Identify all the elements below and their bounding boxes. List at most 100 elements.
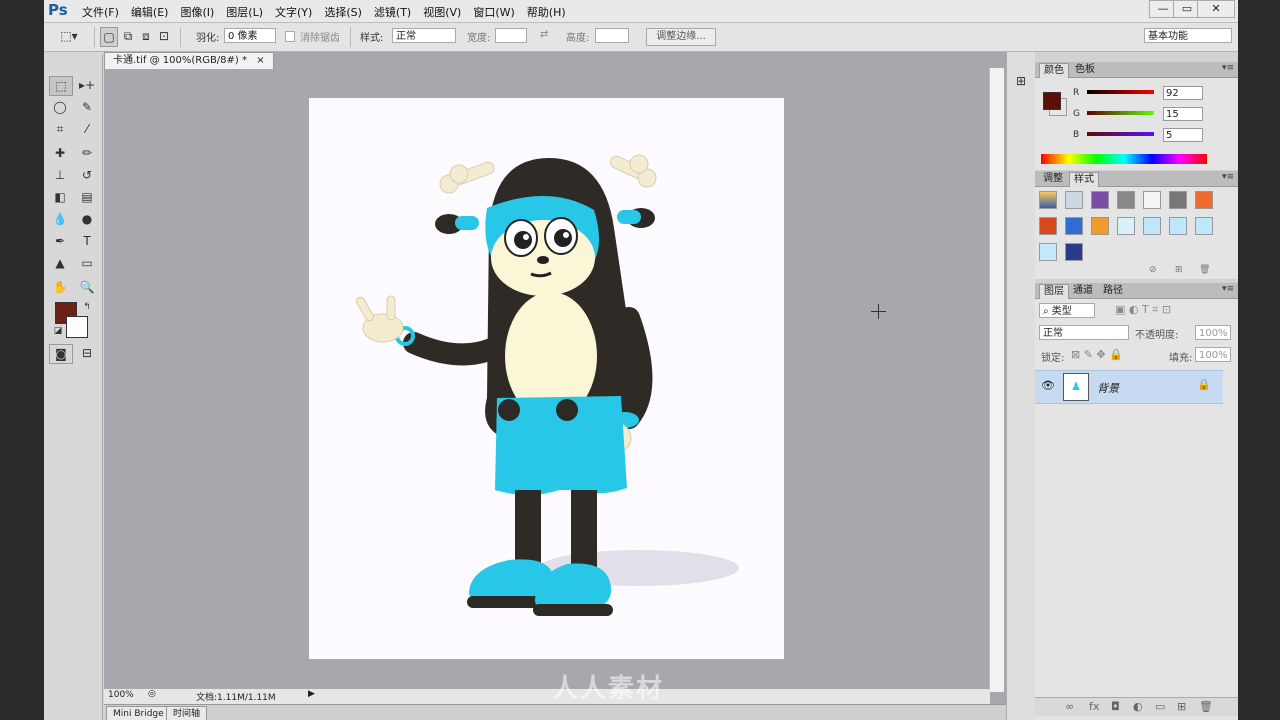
clear-style-icon[interactable]: ⊘: [1149, 265, 1157, 275]
style-swatch[interactable]: [1169, 191, 1187, 209]
menu-image[interactable]: 图像(I): [180, 4, 214, 20]
height-input[interactable]: [595, 28, 629, 43]
adjustment-layer-icon[interactable]: ◐: [1133, 700, 1143, 713]
tab-styles[interactable]: 样式: [1069, 172, 1099, 187]
blue-value[interactable]: 5: [1163, 128, 1203, 142]
swap-colors-icon[interactable]: ↰: [76, 298, 98, 316]
menu-layer[interactable]: 图层(L): [226, 4, 263, 20]
eyedropper-tool-icon[interactable]: ⁄: [76, 120, 98, 138]
green-slider[interactable]: [1087, 111, 1154, 115]
refine-edge-button[interactable]: 调整边缘...: [646, 28, 716, 46]
panel-menu-icon[interactable]: ▾≡: [1222, 284, 1234, 294]
screen-mode-icon[interactable]: ⊟: [76, 344, 98, 362]
antialias-checkbox[interactable]: [285, 31, 295, 42]
new-style-icon[interactable]: ⊞: [1175, 265, 1183, 275]
background-color-swatch[interactable]: [66, 316, 88, 338]
style-swatch[interactable]: [1169, 217, 1187, 235]
style-swatch[interactable]: [1117, 217, 1135, 235]
history-panel-icon[interactable]: ⊞: [1010, 72, 1032, 90]
pen-tool-icon[interactable]: ✒: [49, 232, 71, 250]
panel-menu-icon[interactable]: ▾≡: [1222, 63, 1234, 73]
zoom-level[interactable]: 100%: [108, 690, 134, 700]
close-tab-icon[interactable]: ×: [256, 55, 264, 66]
brush-tool-icon[interactable]: ✏: [76, 144, 98, 162]
blend-mode-select[interactable]: 正常: [1039, 325, 1129, 340]
new-group-icon[interactable]: ▭: [1155, 700, 1165, 713]
delete-style-icon[interactable]: 🗑: [1199, 265, 1210, 275]
stamp-tool-icon[interactable]: ⊥: [49, 166, 71, 184]
style-swatch[interactable]: [1195, 217, 1213, 235]
tab-swatches[interactable]: 色板: [1071, 63, 1099, 77]
move-tool-icon[interactable]: ▸+: [76, 76, 98, 94]
close-button[interactable]: ✕: [1197, 0, 1235, 18]
opacity-input[interactable]: 100%: [1195, 325, 1231, 340]
quick-select-tool-icon[interactable]: ✎: [76, 98, 98, 116]
link-layers-icon[interactable]: ∞: [1065, 700, 1074, 713]
tab-paths[interactable]: 路径: [1099, 284, 1127, 298]
menu-filter[interactable]: 滤镜(T): [374, 4, 411, 20]
zoom-tool-icon[interactable]: 🔍: [76, 278, 98, 296]
workspace-select[interactable]: 基本功能: [1144, 28, 1232, 43]
tab-channels[interactable]: 通道: [1069, 284, 1097, 298]
delete-layer-icon[interactable]: 🗑: [1199, 700, 1213, 713]
lock-icons[interactable]: ⊠ ✎ ✥ 🔒: [1071, 348, 1123, 361]
width-input[interactable]: [495, 28, 527, 43]
default-colors-icon[interactable]: ◪: [47, 322, 69, 340]
subtract-selection-icon[interactable]: ⧈: [138, 27, 154, 45]
type-tool-icon[interactable]: T: [76, 232, 98, 250]
panel-menu-icon[interactable]: ▾≡: [1222, 172, 1234, 182]
style-swatch[interactable]: [1065, 243, 1083, 261]
layer-filter-select[interactable]: ⌕ 类型: [1039, 303, 1095, 318]
menu-type[interactable]: 文字(Y): [275, 4, 312, 20]
menu-edit[interactable]: 编辑(E): [131, 4, 169, 20]
hand-tool-icon[interactable]: ✋: [49, 278, 71, 296]
layer-row[interactable]: 👁 ♟ 背景 🔒: [1035, 370, 1223, 404]
blue-slider[interactable]: [1087, 132, 1154, 136]
dodge-tool-icon[interactable]: ●: [76, 210, 98, 228]
menu-view[interactable]: 视图(V): [423, 4, 461, 20]
style-swatch[interactable]: [1195, 191, 1213, 209]
tab-color[interactable]: 颜色: [1039, 63, 1069, 78]
green-value[interactable]: 15: [1163, 107, 1203, 121]
eraser-tool-icon[interactable]: ◧: [49, 188, 71, 206]
layer-name[interactable]: 背景: [1097, 380, 1119, 396]
add-selection-icon[interactable]: ⧉: [120, 27, 136, 45]
tab-mini-bridge[interactable]: Mini Bridge: [106, 706, 171, 720]
new-selection-icon[interactable]: ▢: [100, 27, 118, 47]
tab-layers[interactable]: 图层: [1039, 284, 1069, 299]
canvas[interactable]: [309, 98, 784, 659]
tab-adjustments[interactable]: 调整: [1039, 172, 1067, 186]
marquee-preset-icon[interactable]: ⬚▾: [58, 27, 80, 45]
fx-icon[interactable]: fx: [1089, 700, 1099, 713]
vertical-scrollbar[interactable]: [989, 68, 1004, 692]
color-spectrum[interactable]: [1041, 154, 1207, 164]
eye-icon[interactable]: 👁: [1041, 379, 1055, 392]
intersect-selection-icon[interactable]: ⊡: [156, 27, 172, 45]
style-swatch[interactable]: [1065, 217, 1083, 235]
foreground-swatch[interactable]: [1043, 92, 1061, 110]
style-swatch[interactable]: [1039, 217, 1057, 235]
shape-tool-icon[interactable]: ▭: [76, 254, 98, 272]
quick-mask-icon[interactable]: ◙: [49, 344, 73, 364]
feather-input[interactable]: 0 像素: [224, 28, 276, 43]
rect-marquee-tool-icon[interactable]: ⬚: [49, 76, 73, 96]
style-swatch[interactable]: [1065, 191, 1083, 209]
document-tab[interactable]: 卡通.tif @ 100%(RGB/8#) * ×: [104, 52, 274, 69]
lasso-tool-icon[interactable]: ◯: [49, 98, 71, 116]
blur-tool-icon[interactable]: 💧: [49, 210, 71, 228]
style-swatch[interactable]: [1143, 191, 1161, 209]
style-swatch[interactable]: [1039, 191, 1057, 209]
red-slider[interactable]: [1087, 90, 1154, 94]
status-info-icon[interactable]: ◎: [148, 689, 156, 699]
layer-filter-icons[interactable]: ▣ ◐ T ⌗ ⊡: [1115, 303, 1171, 317]
menu-select[interactable]: 选择(S): [324, 4, 362, 20]
red-value[interactable]: 92: [1163, 86, 1203, 100]
style-swatch[interactable]: [1091, 217, 1109, 235]
style-swatch[interactable]: [1039, 243, 1057, 261]
history-brush-icon[interactable]: ↺: [76, 166, 98, 184]
style-swatch[interactable]: [1143, 217, 1161, 235]
style-select[interactable]: 正常: [392, 28, 456, 43]
style-swatch[interactable]: [1091, 191, 1109, 209]
fill-input[interactable]: 100%: [1195, 347, 1231, 362]
healing-tool-icon[interactable]: ✚: [49, 144, 71, 162]
